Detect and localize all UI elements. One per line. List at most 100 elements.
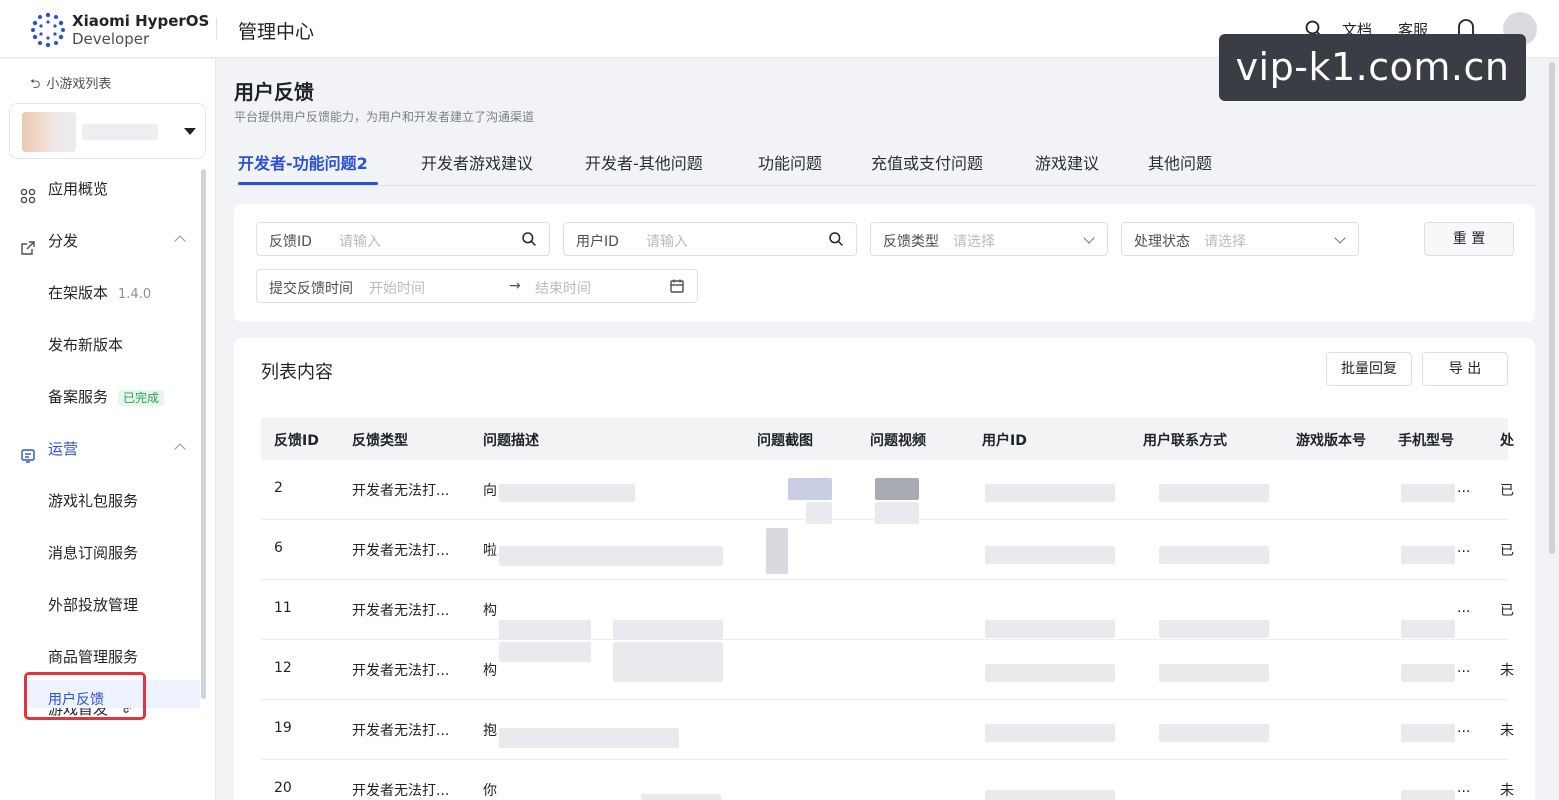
tab-dev-game-suggestion[interactable]: 开发者游戏建议 (421, 150, 533, 174)
app-name-redacted (82, 124, 158, 140)
cell-feedback-type: 开发者无法打... (352, 663, 450, 679)
redacted-description (499, 728, 679, 748)
cell-status: 已 (1500, 603, 1514, 619)
search-icon[interactable] (828, 231, 844, 247)
sidebar-item-message-subscription[interactable]: 消息订阅服务 (48, 535, 198, 571)
sidebar-item-publish-version[interactable]: 发布新版本 (48, 327, 198, 363)
feedback-list-card: 列表内容 批量回复 导 出 反馈ID 反馈类型 问题描述 问题截图 问题视频 用… (234, 338, 1535, 800)
header-title: 管理中心 (238, 21, 315, 43)
sidebar-scrollbar[interactable] (201, 169, 206, 699)
sidebar-group-distribution[interactable]: 分发 (20, 223, 200, 259)
redacted-description (613, 620, 723, 640)
tab-function-issue[interactable]: 功能问题 (758, 150, 822, 174)
cell-status: 未 (1500, 783, 1514, 799)
cell-feedback-type: 开发者无法打... (352, 543, 450, 559)
sidebar-item-label: 游戏礼包服务 (48, 492, 139, 510)
chevron-down-icon (1334, 232, 1346, 244)
search-icon[interactable] (521, 231, 537, 247)
chevron-down-icon (1083, 232, 1095, 244)
cell-feedback-id: 19 (274, 720, 292, 736)
cell-status: 已 (1500, 483, 1514, 499)
cell-description: 构 (483, 663, 497, 679)
field-placeholder: 请输入 (646, 234, 688, 250)
video-thumbnail[interactable] (875, 478, 919, 500)
sidebar-group-operations[interactable]: 运营 (20, 431, 200, 467)
tab-dev-other-issue[interactable]: 开发者-其他问题 (585, 150, 703, 174)
column-header: 用户联系方式 (1143, 433, 1227, 449)
redacted-user-id (985, 484, 1115, 502)
main-scrollbar[interactable] (1549, 62, 1555, 554)
cell-feedback-id: 2 (274, 480, 283, 496)
redacted-contact (1159, 724, 1269, 742)
status-select[interactable]: 处理状态 请选择 (1121, 222, 1359, 256)
column-header: 反馈ID (274, 433, 319, 449)
submit-time-range-picker[interactable]: 提交反馈时间 开始时间 → 结束时间 (256, 269, 698, 303)
annotation-highlight-box (24, 672, 146, 720)
hyperos-logo-icon[interactable] (30, 12, 66, 48)
back-arrow-icon: ⮌ (30, 77, 41, 92)
sidebar-item-filing-service[interactable]: 备案服务 已完成 (48, 379, 198, 415)
redacted-description (641, 794, 721, 800)
sidebar-item-label: 商品管理服务 (48, 648, 139, 666)
cell-status: 未 (1500, 663, 1514, 679)
back-to-minigame-list[interactable]: ⮌ 小游戏列表 (30, 73, 111, 97)
export-button[interactable]: 导 出 (1422, 352, 1508, 386)
tab-other-issue[interactable]: 其他问题 (1148, 150, 1212, 174)
tab-payment-issue[interactable]: 充值或支付问题 (871, 150, 983, 174)
table-row[interactable]: 12 开发者无法打... 构 ... 未 (261, 640, 1514, 700)
header-divider (216, 18, 217, 40)
table-row[interactable]: 6 开发者无法打... 啦 ... 已 (261, 520, 1514, 580)
column-header: 游戏版本号 (1296, 433, 1366, 449)
brand-name: Xiaomi HyperOS (72, 12, 210, 30)
redacted-contact (1159, 546, 1269, 564)
table-row[interactable]: 2 开发者无法打... 向 ... 已 (261, 460, 1514, 524)
field-placeholder: 请选择 (1204, 234, 1246, 250)
list-title: 列表内容 (261, 362, 333, 383)
app-thumbnail (22, 112, 76, 152)
screenshot-thumbnail[interactable] (788, 478, 832, 500)
sidebar-item-label: 发布新版本 (48, 336, 124, 354)
sidebar-item-external-ads[interactable]: 外部投放管理 (48, 587, 198, 623)
redacted-description (499, 546, 723, 566)
table-row[interactable]: 20 开发者无法打... 你 ... 未 (261, 760, 1514, 800)
tab-dev-function-issue[interactable]: 开发者-功能问题2 (238, 150, 368, 174)
table-row[interactable]: 19 开发者无法打... 抱 ... 未 (261, 700, 1514, 760)
redacted-phone-model (1401, 620, 1455, 638)
redacted-description (499, 484, 635, 502)
sidebar-item-gift-pack[interactable]: 游戏礼包服务 (48, 483, 198, 519)
redacted-phone-model (1401, 790, 1455, 800)
redacted-contact (1159, 664, 1269, 682)
cell-feedback-type: 开发者无法打... (352, 783, 450, 799)
redacted-phone-model (1401, 546, 1455, 564)
user-id-input[interactable]: 用户ID 请输入 (563, 222, 857, 256)
app-selector[interactable] (9, 103, 206, 159)
redacted-phone-model (1401, 484, 1455, 502)
screenshot-thumbnail[interactable] (766, 528, 788, 574)
cell-feedback-type: 开发者无法打... (352, 723, 450, 739)
reset-button[interactable]: 重 置 (1424, 222, 1514, 256)
field-label: 反馈ID (269, 234, 312, 250)
sidebar-item-overview[interactable]: 应用概览 (20, 171, 200, 207)
chevron-up-icon (174, 235, 186, 247)
feedback-id-input[interactable]: 反馈ID 请输入 (256, 222, 550, 256)
cell-feedback-id: 20 (274, 780, 292, 796)
sidebar-item-label: 消息订阅服务 (48, 544, 139, 562)
calendar-icon[interactable] (669, 278, 685, 294)
end-time-placeholder[interactable]: 结束时间 (535, 278, 591, 298)
start-time-placeholder[interactable]: 开始时间 (369, 278, 425, 298)
cell-description: 向 (483, 483, 497, 499)
version-badge: 1.4.0 (118, 287, 152, 302)
caret-down-icon (184, 128, 196, 135)
sidebar-item-product-management[interactable]: 商品管理服务 (48, 639, 198, 675)
cell-phone-model: ... (1457, 660, 1471, 676)
sidebar-item-live-version[interactable]: 在架版本 1.4.0 (48, 275, 198, 311)
back-link-label: 小游戏列表 (46, 77, 112, 92)
batch-reply-button[interactable]: 批量回复 (1326, 352, 1412, 386)
redacted-description (499, 642, 591, 662)
cell-description: 啦 (483, 543, 497, 559)
chevron-up-icon (174, 443, 186, 455)
feedback-type-select[interactable]: 反馈类型 请选择 (870, 222, 1108, 256)
table-row[interactable]: 11 开发者无法打... 构 ... 已 (261, 580, 1514, 640)
cell-feedback-id: 12 (274, 660, 292, 676)
tab-game-suggestion[interactable]: 游戏建议 (1035, 150, 1099, 174)
